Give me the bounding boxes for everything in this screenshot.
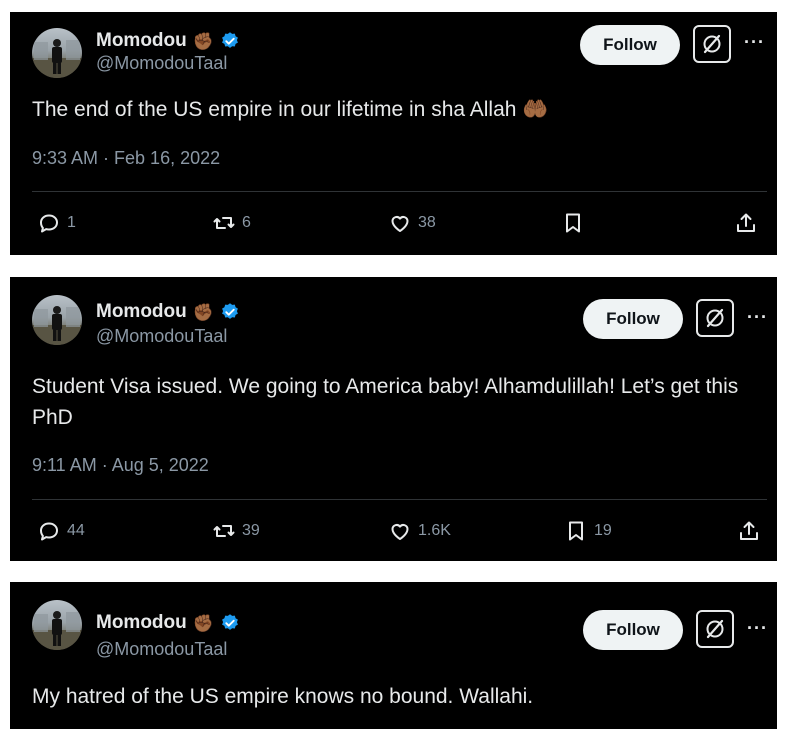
author-handle[interactable]: @MomodouTaal — [96, 639, 227, 660]
tweet-card: Momodou ✊🏾 @MomodouTaal Follow ··· Stude… — [10, 277, 777, 561]
tweet-text: Student Visa issued. We going to America… — [32, 375, 739, 429]
reply-count: 1 — [67, 214, 76, 231]
bookmark-action[interactable] — [561, 211, 591, 235]
tweet-text: My hatred of the US empire knows no boun… — [32, 685, 534, 708]
repost-action[interactable]: 39 — [212, 519, 260, 543]
divider — [32, 191, 767, 192]
author-handle[interactable]: @MomodouTaal — [96, 53, 227, 74]
like-count: 38 — [418, 214, 436, 231]
share-icon — [740, 521, 758, 540]
bookmark-count: 19 — [594, 522, 612, 539]
reply-action[interactable]: 44 — [37, 519, 85, 543]
like-icon — [391, 524, 409, 540]
share-icon — [737, 213, 755, 232]
like-icon — [391, 216, 409, 232]
fist-emoji: ✊🏾 — [192, 302, 214, 322]
bookmark-icon — [566, 213, 580, 233]
verified-badge-icon[interactable] — [220, 31, 240, 51]
divider — [32, 499, 767, 500]
like-action[interactable]: 38 — [388, 211, 436, 235]
avatar[interactable] — [32, 295, 82, 345]
author-name[interactable]: Momodou — [96, 612, 187, 634]
share-action[interactable] — [737, 519, 761, 543]
reply-action[interactable]: 1 — [37, 211, 76, 235]
avatar[interactable] — [32, 600, 82, 650]
author-handle[interactable]: @MomodouTaal — [96, 326, 227, 347]
tweet-card: Momodou ✊🏾 @MomodouTaal Follow ··· The e… — [10, 12, 777, 255]
bookmark-action[interactable]: 19 — [564, 519, 612, 543]
verified-badge-icon[interactable] — [220, 302, 240, 322]
grok-icon[interactable] — [696, 610, 734, 648]
repost-icon — [213, 525, 235, 537]
tweet-card: Momodou ✊🏾 @MomodouTaal Follow ··· My ha… — [10, 582, 777, 729]
reply-icon — [40, 214, 58, 233]
grok-icon[interactable] — [693, 25, 731, 63]
reply-icon — [40, 522, 58, 541]
more-icon[interactable]: ··· — [747, 307, 768, 328]
repost-count: 39 — [242, 522, 260, 539]
more-icon[interactable]: ··· — [747, 618, 768, 639]
more-icon[interactable]: ··· — [744, 32, 765, 53]
fist-emoji: ✊🏾 — [192, 31, 214, 51]
tweet-timestamp[interactable]: 9:33 AM · Feb 16, 2022 — [32, 148, 220, 169]
fist-emoji: ✊🏾 — [192, 613, 214, 633]
grok-icon[interactable] — [696, 299, 734, 337]
follow-button[interactable]: Follow — [580, 25, 680, 65]
like-action[interactable]: 1.6K — [388, 519, 451, 543]
repost-action[interactable]: 6 — [212, 211, 251, 235]
author-name[interactable]: Momodou — [96, 30, 187, 52]
reply-count: 44 — [67, 522, 85, 539]
tweet-timestamp[interactable]: 9:11 AM · Aug 5, 2022 — [32, 455, 209, 476]
share-action[interactable] — [734, 211, 758, 235]
repost-icon — [213, 217, 235, 229]
author-name[interactable]: Momodou — [96, 301, 187, 323]
avatar[interactable] — [32, 28, 82, 78]
follow-button[interactable]: Follow — [583, 299, 683, 339]
bookmark-icon — [569, 521, 583, 541]
repost-count: 6 — [242, 214, 251, 231]
tweet-text: The end of the US empire in our lifetime… — [32, 98, 549, 121]
follow-button[interactable]: Follow — [583, 610, 683, 650]
like-count: 1.6K — [418, 522, 451, 539]
verified-badge-icon[interactable] — [220, 613, 240, 633]
